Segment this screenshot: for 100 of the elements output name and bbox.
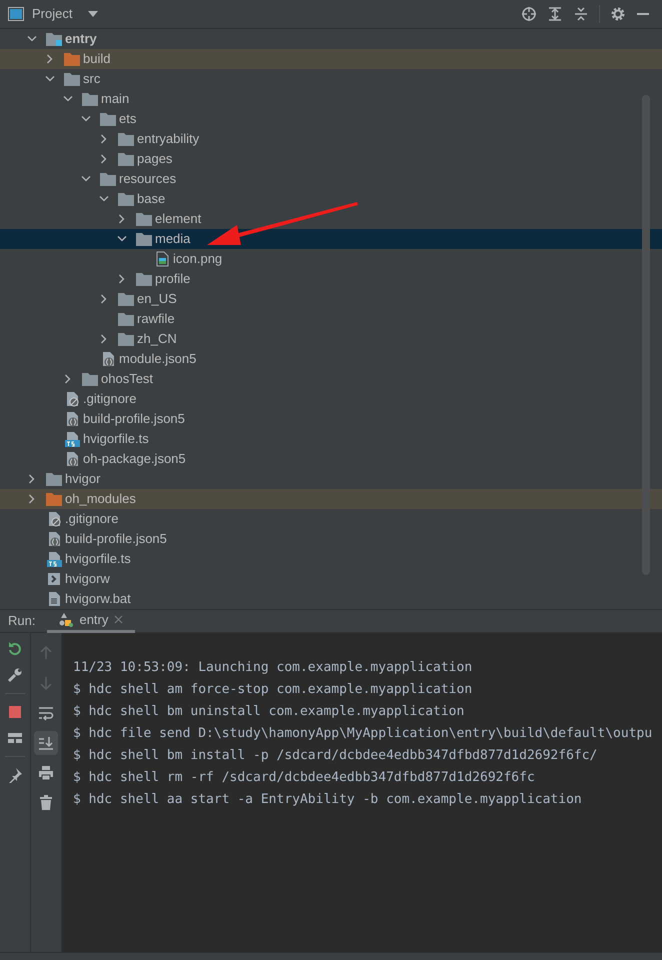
collapse-all-icon[interactable] (573, 6, 589, 22)
console-line: $ hdc shell am force-stop com.example.myapplication (73, 681, 474, 699)
ignore-file-icon (64, 391, 80, 407)
expand-chevron-icon[interactable] (119, 214, 125, 224)
tree-label: main (101, 90, 130, 108)
expand-chevron-icon[interactable] (29, 494, 35, 504)
expand-chevron-icon[interactable] (45, 76, 55, 82)
tree-row[interactable]: hvigor (0, 469, 662, 489)
expand-chevron-icon[interactable] (101, 294, 107, 304)
tree-row[interactable]: element (0, 209, 662, 229)
tree-row[interactable]: hvigorfile.ts (0, 429, 662, 449)
tree-row[interactable]: en_US (0, 289, 662, 309)
scrollbar[interactable] (642, 95, 650, 575)
tree-row[interactable]: oh_modules (0, 489, 662, 509)
tree-row[interactable]: build (0, 49, 662, 69)
settings-icon[interactable] (610, 6, 626, 22)
expand-chevron-icon[interactable] (29, 474, 35, 484)
expand-all-icon[interactable] (547, 6, 563, 22)
tree-row[interactable]: entry (0, 29, 662, 49)
tree-row[interactable]: media (0, 229, 662, 249)
close-icon[interactable] (114, 615, 124, 624)
folder-icon (118, 152, 134, 166)
json-file-icon (64, 411, 80, 427)
tree-row[interactable]: hvigorw (0, 569, 662, 589)
console-line: $ hdc shell bm uninstall com.example.myapplication (73, 703, 466, 721)
expand-chevron-icon[interactable] (101, 134, 107, 144)
window-icon (8, 7, 24, 21)
expand-chevron-icon[interactable] (81, 116, 91, 122)
tree-label: build-profile.json5 (65, 530, 167, 548)
tree-row[interactable]: profile (0, 269, 662, 289)
tree-label: ohosTest (101, 370, 154, 388)
tree-row[interactable]: rawfile (0, 309, 662, 329)
tree-label: hvigorw (65, 570, 110, 588)
folder-icon (118, 312, 134, 326)
script-file-icon (46, 571, 62, 587)
tree-label: pages (137, 150, 172, 168)
expand-chevron-icon[interactable] (119, 274, 125, 284)
tree-row[interactable]: .gitignore (0, 389, 662, 409)
tree-label: hvigor (65, 470, 100, 488)
rerun-icon[interactable] (7, 641, 23, 657)
tree-row[interactable]: main (0, 89, 662, 109)
tree-label: en_US (137, 290, 177, 308)
scroll-to-end-icon[interactable] (34, 731, 58, 755)
layout-icon[interactable] (7, 730, 23, 746)
tree-label: src (83, 70, 100, 88)
tree-row[interactable]: hvigorfile.ts (0, 549, 662, 569)
tree-label: ets (119, 110, 136, 128)
folder-icon (136, 212, 152, 226)
expand-chevron-icon[interactable] (47, 54, 53, 64)
expand-chevron-icon[interactable] (99, 196, 109, 202)
folder-icon (118, 292, 134, 306)
text-file-icon (46, 591, 62, 607)
tree-label: rawfile (137, 310, 175, 328)
folder-icon (64, 52, 80, 66)
tree-row[interactable]: entryability (0, 129, 662, 149)
tree-row[interactable]: src (0, 69, 662, 89)
run-config-icon (59, 612, 74, 626)
tree-row[interactable]: build-profile.json5 (0, 529, 662, 549)
tree-label: .gitignore (83, 390, 136, 408)
tree-label: hvigorfile.ts (83, 430, 149, 448)
folder-icon (136, 232, 152, 246)
typescript-file-icon (46, 551, 62, 567)
json-file-icon (46, 531, 62, 547)
tree-row[interactable]: ets (0, 109, 662, 129)
console-line: $ hdc shell aa start -a EntryAbility -b com.example.myapplication (73, 791, 583, 809)
folder-icon (118, 132, 134, 146)
tree-row[interactable]: base (0, 189, 662, 209)
expand-chevron-icon[interactable] (63, 96, 73, 102)
tree-row[interactable]: pages (0, 149, 662, 169)
expand-chevron-icon[interactable] (101, 154, 107, 164)
expand-chevron-icon[interactable] (81, 176, 91, 182)
tree-row[interactable]: zh_CN (0, 329, 662, 349)
wrench-icon[interactable] (7, 667, 23, 683)
tree-label: oh_modules (65, 490, 136, 508)
tree-row[interactable]: resources (0, 169, 662, 189)
tree-row[interactable]: module.json5 (0, 349, 662, 369)
tree-row[interactable]: build-profile.json5 (0, 409, 662, 429)
stop-icon[interactable] (7, 704, 23, 720)
tree-row[interactable]: hvigorw.bat (0, 589, 662, 609)
expand-chevron-icon[interactable] (27, 36, 37, 42)
project-view-dropdown[interactable]: Project (8, 4, 98, 24)
folder-icon (100, 112, 116, 126)
expand-chevron-icon[interactable] (65, 374, 71, 384)
tree-row[interactable]: .gitignore (0, 509, 662, 529)
tree-label: icon.png (173, 250, 222, 268)
tree-row[interactable]: ohosTest (0, 369, 662, 389)
expand-chevron-icon[interactable] (117, 236, 127, 242)
tree-label: .gitignore (65, 510, 118, 528)
folder-icon (118, 192, 134, 206)
pin-icon[interactable] (7, 767, 23, 783)
tree-label: oh-package.json5 (83, 450, 186, 468)
run-label: Run: (8, 612, 36, 630)
tree-label: entryability (137, 130, 200, 148)
tree-row[interactable]: icon.png (0, 249, 662, 269)
tree-row[interactable]: oh-package.json5 (0, 449, 662, 469)
expand-chevron-icon[interactable] (101, 334, 107, 344)
json-file-icon (64, 451, 80, 467)
folder-icon (82, 92, 98, 106)
locate-icon[interactable] (521, 6, 537, 22)
folder-icon (100, 172, 116, 186)
